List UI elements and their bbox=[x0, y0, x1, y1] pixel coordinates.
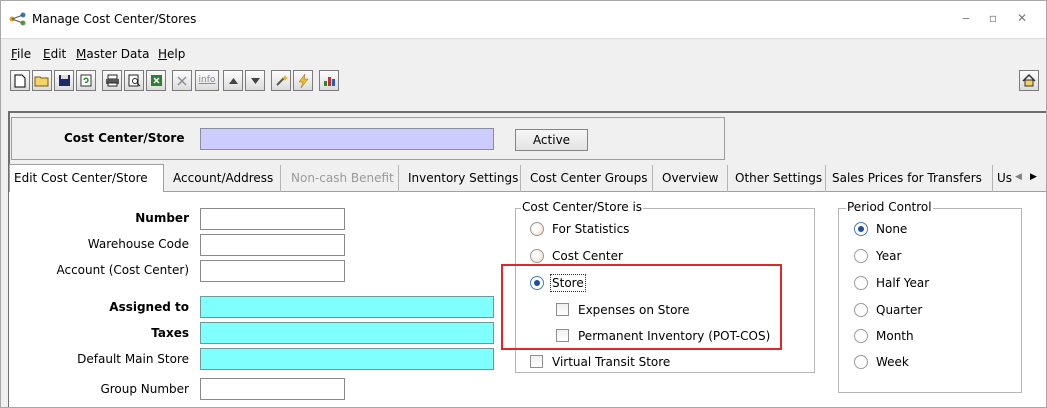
app-network-icon bbox=[9, 12, 26, 26]
maximize-button[interactable]: ▫ bbox=[982, 8, 1004, 28]
cost-center-radio[interactable] bbox=[530, 249, 544, 263]
account-cost-center-label: Account (Cost Center) bbox=[56, 263, 189, 277]
toolbar: info bbox=[1, 68, 1046, 98]
delete-icon[interactable] bbox=[172, 70, 192, 91]
close-button[interactable]: ✕ bbox=[1011, 8, 1033, 28]
tab-scroll-left-icon[interactable]: ◀ bbox=[1015, 172, 1022, 182]
tab-other-settings[interactable]: Other Settings bbox=[728, 165, 826, 192]
tab-inventory-settings[interactable]: Inventory Settings bbox=[399, 165, 521, 192]
account-cost-center-input[interactable] bbox=[200, 260, 345, 282]
number-input[interactable] bbox=[200, 208, 345, 230]
title-bar: Manage Cost Center/Stores ‒ ▫ ✕ bbox=[1, 1, 1046, 39]
virtual-transit-store-checkbox[interactable] bbox=[530, 355, 543, 368]
assigned-to-label: Assigned to bbox=[109, 300, 189, 314]
period-none-radio[interactable] bbox=[854, 222, 868, 236]
minimize-button[interactable]: ‒ bbox=[955, 8, 977, 28]
period-year-radio[interactable] bbox=[854, 249, 868, 263]
period-quarter-radio[interactable] bbox=[854, 303, 868, 317]
virtual-transit-store-label: Virtual Transit Store bbox=[552, 355, 671, 369]
default-main-store-lookup[interactable] bbox=[200, 348, 494, 370]
for-statistics-radio[interactable] bbox=[530, 222, 544, 236]
period-week-radio[interactable] bbox=[854, 355, 868, 369]
refresh-icon[interactable] bbox=[76, 70, 96, 91]
period-quarter-label: Quarter bbox=[876, 303, 923, 317]
tab-cost-center-groups[interactable]: Cost Center Groups bbox=[521, 165, 653, 192]
menu-edit[interactable]: Edit bbox=[43, 47, 66, 61]
save-icon[interactable] bbox=[54, 70, 74, 91]
tab-edit-cost-center-store[interactable]: Edit Cost Center/Store bbox=[9, 164, 164, 193]
tab-non-cash-benefit[interactable]: Non-cash Benefit bbox=[281, 165, 399, 192]
menu-help[interactable]: Help bbox=[158, 47, 185, 61]
tab-scroll-right-icon[interactable]: ▶ bbox=[1030, 172, 1037, 182]
window-title: Manage Cost Center/Stores bbox=[32, 12, 197, 26]
period-month-radio[interactable] bbox=[854, 329, 868, 343]
move-up-icon[interactable] bbox=[223, 70, 243, 91]
warehouse-code-input[interactable] bbox=[200, 234, 345, 256]
cost-center-store-is-title: Cost Center/Store is bbox=[521, 200, 644, 214]
highlight-box bbox=[501, 264, 782, 350]
menu-master-data[interactable]: Master Data bbox=[76, 47, 149, 61]
tab-us-truncated[interactable]: Us bbox=[993, 165, 1015, 192]
bar-chart-icon[interactable] bbox=[319, 70, 339, 91]
active-button[interactable]: Active bbox=[515, 129, 588, 151]
move-down-icon[interactable] bbox=[245, 70, 265, 91]
magic-wand-icon[interactable] bbox=[271, 70, 291, 91]
taxes-lookup[interactable] bbox=[200, 322, 494, 344]
number-label: Number bbox=[135, 211, 189, 225]
excel-export-icon[interactable] bbox=[146, 70, 166, 91]
taxes-label: Taxes bbox=[151, 326, 189, 340]
menu-bar: File Edit Master Data Help bbox=[1, 47, 1046, 65]
tab-strip: Edit Cost Center/Store Account/Address N… bbox=[9, 162, 1046, 193]
for-statistics-label: For Statistics bbox=[552, 222, 630, 236]
new-document-icon[interactable] bbox=[10, 70, 30, 91]
manage-cost-center-window: Manage Cost Center/Stores ‒ ▫ ✕ File Edi… bbox=[0, 0, 1047, 408]
period-none-label: None bbox=[876, 222, 908, 236]
warehouse-code-label: Warehouse Code bbox=[87, 237, 189, 251]
period-half-year-label: Half Year bbox=[876, 276, 930, 290]
cost-center-store-label: Cost Center/Store bbox=[64, 131, 185, 145]
period-year-label: Year bbox=[876, 249, 902, 263]
tab-overview[interactable]: Overview bbox=[653, 165, 728, 192]
lightning-icon[interactable] bbox=[293, 70, 313, 91]
tab-sales-prices-for-transfers[interactable]: Sales Prices for Transfers bbox=[826, 165, 993, 192]
menu-file[interactable]: File bbox=[11, 47, 31, 61]
default-main-store-label: Default Main Store bbox=[77, 352, 189, 366]
group-number-input[interactable] bbox=[200, 378, 345, 400]
cost-center-label: Cost Center bbox=[552, 249, 623, 263]
period-control-title: Period Control bbox=[846, 200, 933, 214]
period-half-year-radio[interactable] bbox=[854, 276, 868, 290]
print-icon[interactable] bbox=[102, 70, 122, 91]
print-preview-icon[interactable] bbox=[124, 70, 144, 91]
assigned-to-lookup[interactable] bbox=[200, 296, 494, 318]
home-icon[interactable] bbox=[1019, 70, 1039, 91]
cost-center-store-field[interactable] bbox=[200, 128, 494, 150]
tab-account-address[interactable]: Account/Address bbox=[167, 165, 281, 192]
period-month-label: Month bbox=[876, 329, 914, 343]
group-number-label: Group Number bbox=[100, 382, 189, 396]
info-icon[interactable]: info bbox=[195, 70, 219, 91]
open-folder-icon[interactable] bbox=[32, 70, 52, 91]
period-week-label: Week bbox=[876, 355, 909, 369]
